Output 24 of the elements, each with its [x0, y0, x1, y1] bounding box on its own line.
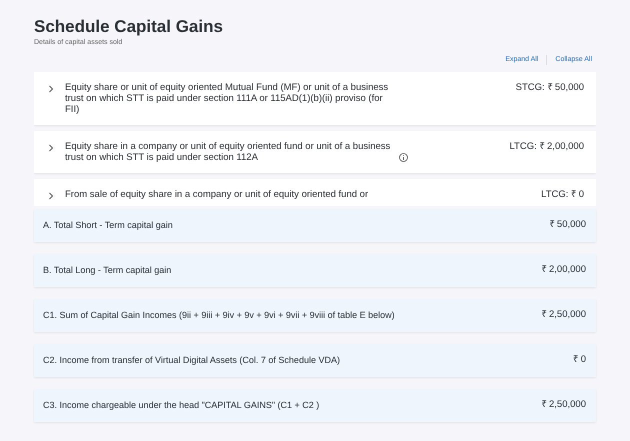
accordion-card[interactable]: Equity share or unit of equity oriented Mutual Fund (MF) or unit of a business trust on which STT is paid under section 111A or 115AD(1)(b)(ii) proviso (for FII) STCG: ₹ 50,000: [34, 72, 596, 125]
total-amount: ₹ 0: [573, 353, 586, 368]
chevron-right-icon[interactable]: [48, 85, 54, 93]
total-label: C2. Income from transfer of Virtual Digital Assets (Col. 7 of Schedule VDA): [43, 354, 340, 367]
total-label: C1. Sum of Capital Gain Incomes (9ii + 9iii + 9iv + 9v + 9vi + 9vii + 9viii of table E below): [43, 308, 395, 322]
section-label: Equity share in a company or unit of equity oriented fund or unit of a business trust on which STT is paid under section 112A: [65, 141, 392, 163]
chevron-right-icon[interactable]: [48, 192, 54, 200]
total-amount: ₹ 2,00,000: [541, 263, 586, 278]
gain-amount: LTCG: ₹ 0: [541, 189, 584, 200]
gain-amount: STCG: ₹ 50,000: [516, 82, 584, 93]
page-title: Schedule Capital Gains: [34, 16, 224, 38]
total-label: C3. Income chargeable under the head "CAPITAL GAINS" (C1 + C2 ): [43, 398, 320, 412]
accordion-card[interactable]: Equity share in a company or unit of equity oriented fund or unit of a business trust on which STT is paid under section 112A LTCG: ₹ 2,00,000: [34, 131, 596, 173]
section-label: Equity share or unit of equity oriented Mutual Fund (MF) or unit of a business trust on which STT is paid under section 111A or 115AD(1)(b)(ii) proviso (for FII): [65, 82, 390, 115]
gain-amount: LTCG: ₹ 2,00,000: [509, 141, 584, 152]
total-label: A. Total Short - Term capital gain: [43, 218, 173, 232]
section-label: From sale of equity share in a company or unit of equity oriented fund or: [65, 189, 368, 200]
total-amount: ₹ 2,50,000: [541, 308, 586, 322]
info-icon[interactable]: [399, 153, 408, 162]
chevron-right-icon[interactable]: [48, 144, 54, 152]
total-amount: ₹ 2,50,000: [541, 398, 586, 412]
total-amount: ₹ 50,000: [549, 218, 586, 232]
total-label: B. Total Long - Term capital gain: [43, 264, 172, 277]
accordion-card[interactable]: From sale of equity share in a company or unit of equity oriented fund or LTCG: ₹ 0: [34, 179, 596, 206]
